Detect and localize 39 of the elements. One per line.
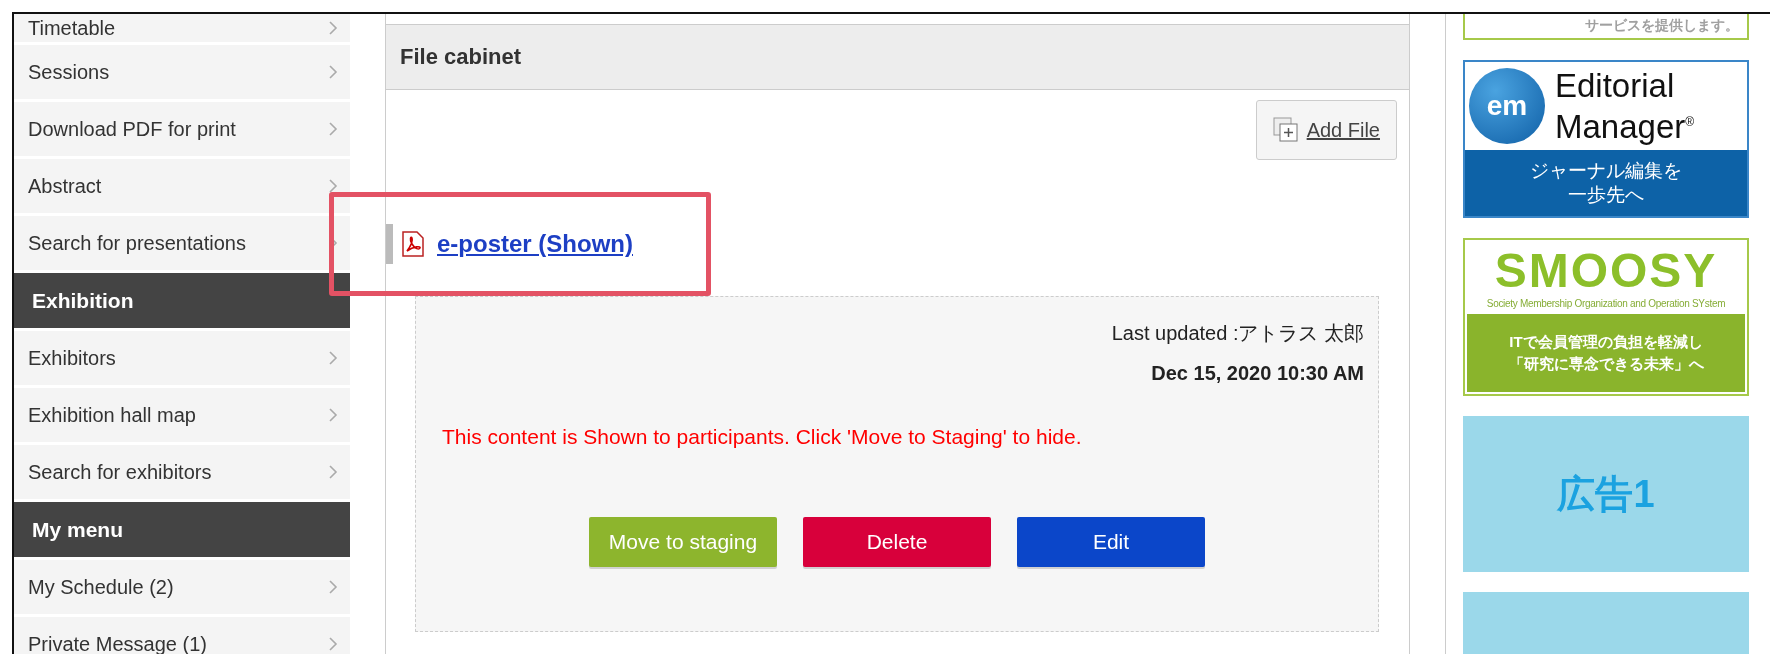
panel-title: File cabinet — [386, 24, 1409, 90]
ad-title: Editorial — [1555, 67, 1676, 104]
ad-placeholder[interactable] — [1463, 592, 1749, 654]
chevron-right-icon — [328, 579, 338, 595]
sidebar-section-header: My menu — [14, 502, 350, 557]
file-link[interactable]: e-poster (Shown) — [437, 230, 633, 258]
updated-date: Dec 15, 2020 10:30 AM — [1151, 361, 1364, 386]
chevron-right-icon — [328, 636, 338, 652]
sidebar-item[interactable]: My Schedule (2) — [14, 560, 350, 614]
sidebar-section-header: Exhibition — [14, 273, 350, 328]
visibility-notice: This content is Shown to participants. Click 'Move to Staging' to hide. — [442, 425, 1083, 449]
edit-button[interactable]: Edit — [1017, 517, 1205, 567]
sidebar-item[interactable]: Timetable — [14, 14, 350, 42]
sidebar-item[interactable]: Search for exhibitors — [14, 445, 350, 499]
ad-caption: ジャーナル編集を 一歩先へ — [1465, 150, 1747, 216]
chevron-right-icon — [328, 121, 338, 137]
chevron-right-icon — [328, 464, 338, 480]
chevron-right-icon — [328, 178, 338, 194]
chevron-right-icon — [328, 20, 338, 36]
chevron-right-icon — [328, 64, 338, 80]
ad-logo: SMOOSY — [1493, 244, 1719, 298]
sidebar-item[interactable]: Download PDF for print — [14, 102, 350, 156]
add-file-button[interactable]: Add File — [1255, 100, 1397, 160]
chevron-right-icon — [328, 407, 338, 423]
delete-button[interactable]: Delete — [803, 517, 991, 567]
sidebar-item[interactable]: Private Message (1) — [14, 617, 350, 654]
sidebar-item[interactable]: Search for presentations — [14, 216, 350, 270]
logo-badge: em — [1469, 68, 1545, 144]
ad-title: Manager$^{®}$ — [1555, 106, 1695, 145]
sidebar-item[interactable]: Exhibitors — [14, 331, 350, 385]
sidebar-item[interactable]: Exhibition hall map — [14, 388, 350, 442]
ad-caption: ITで会員管理の負担を軽減し 「研究に専念できる未来」へ — [1467, 314, 1745, 392]
sidebar-item[interactable]: Sessions — [14, 45, 350, 99]
ad-tagline: Society Membership Organization and Operation SYstem — [1485, 298, 1727, 310]
last-updated-text: Last updated :アトラス 太郎 — [1111, 321, 1364, 346]
pdf-file-icon — [401, 231, 425, 257]
chevron-right-icon — [328, 350, 338, 366]
add-file-icon — [1272, 117, 1299, 143]
sidebar-item[interactable]: Abstract — [14, 159, 350, 213]
